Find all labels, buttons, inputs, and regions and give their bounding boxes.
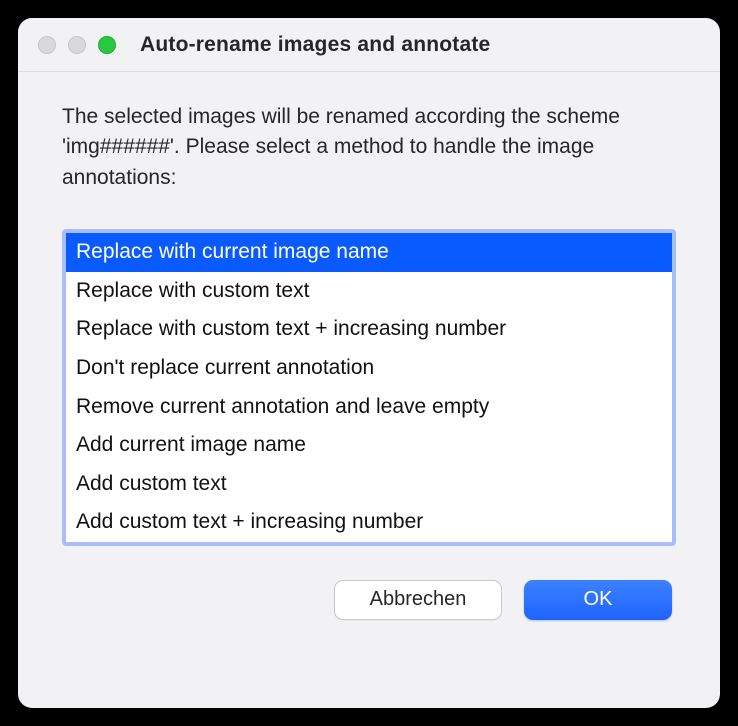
list-item[interactable]: Remove current annotation and leave empt… xyxy=(66,388,672,427)
list-item[interactable]: Add current image name xyxy=(66,426,672,465)
button-row: Abbrechen OK xyxy=(62,580,676,620)
dialog-body: The selected images will be renamed acco… xyxy=(18,72,720,708)
minimize-icon[interactable] xyxy=(68,36,86,54)
window-controls xyxy=(38,36,116,54)
annotation-method-listbox[interactable]: Replace with current image name Replace … xyxy=(62,229,676,545)
list-item[interactable]: Don't replace current annotation xyxy=(66,349,672,388)
list-item[interactable]: Replace with custom text xyxy=(66,272,672,311)
zoom-icon[interactable] xyxy=(98,36,116,54)
window-title: Auto-rename images and annotate xyxy=(140,33,490,57)
dialog-window: Auto-rename images and annotate The sele… xyxy=(18,18,720,708)
cancel-button[interactable]: Abbrechen xyxy=(334,580,502,620)
close-icon[interactable] xyxy=(38,36,56,54)
titlebar: Auto-rename images and annotate xyxy=(18,18,720,72)
list-item[interactable]: Add custom text + increasing number xyxy=(66,503,672,542)
list-item[interactable]: Replace with current image name xyxy=(66,233,672,272)
list-item[interactable]: Replace with custom text + increasing nu… xyxy=(66,310,672,349)
list-item[interactable]: Add custom text xyxy=(66,465,672,504)
ok-button[interactable]: OK xyxy=(524,580,672,620)
dialog-message: The selected images will be renamed acco… xyxy=(62,102,676,193)
